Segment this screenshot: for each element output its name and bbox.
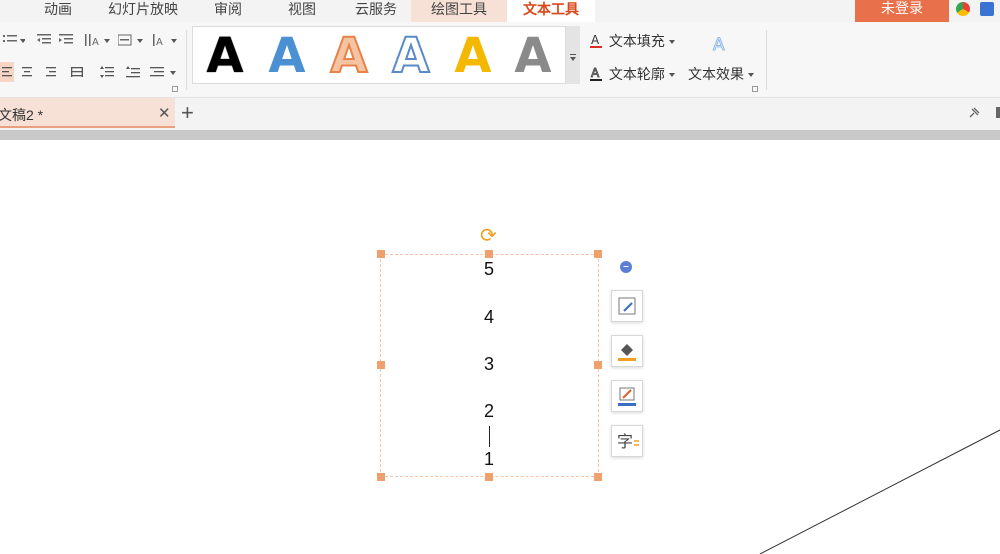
line-shape[interactable] — [0, 0, 1000, 554]
